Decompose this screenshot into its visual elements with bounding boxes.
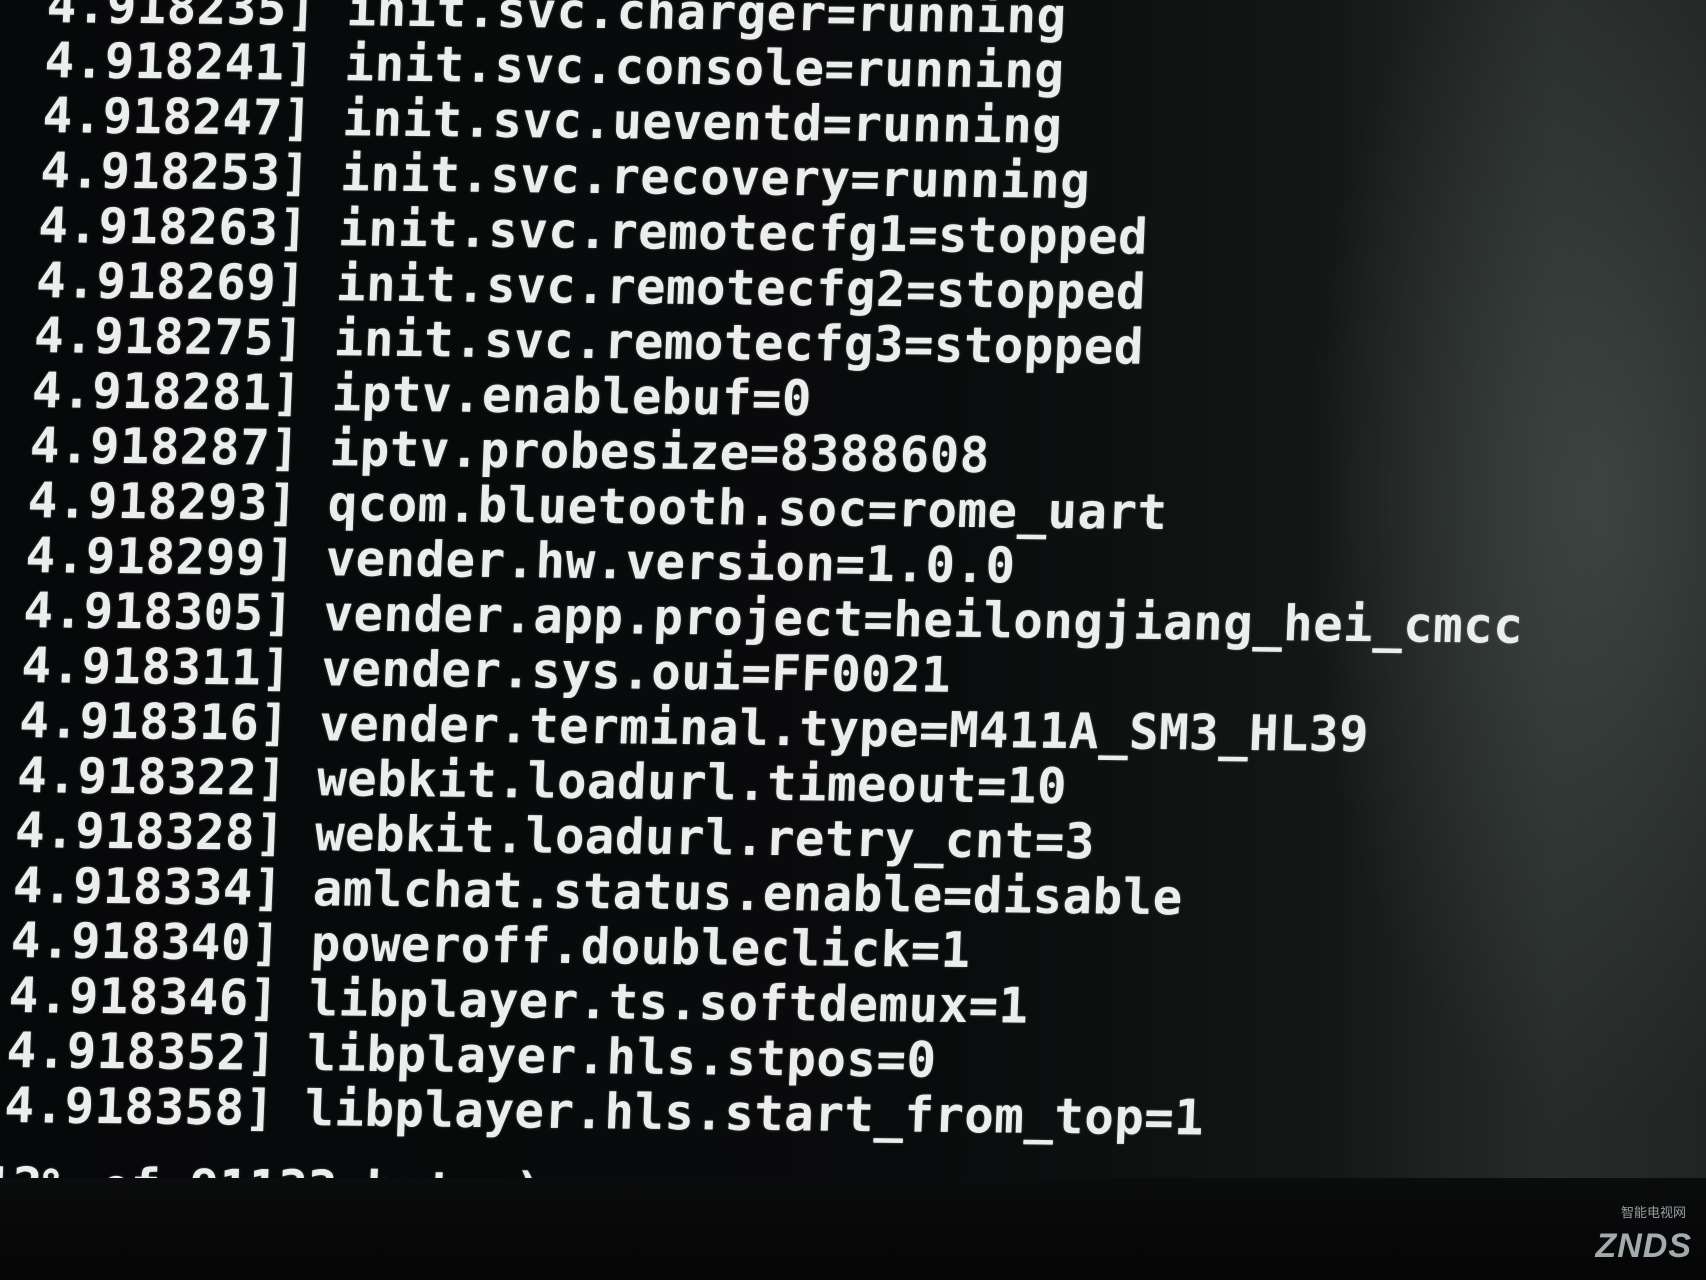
log-timestamp: 4.918340]: [9, 912, 283, 972]
log-timestamp: 4.918299]: [24, 527, 297, 587]
log-message: vender.hw.version=1.0.0: [324, 530, 1017, 595]
log-timestamp: 4.918293]: [26, 472, 299, 532]
screen-bottom-bezel: [0, 1178, 1706, 1280]
terminal-output: 4.918235] init.svc.charger=running 4.9182…: [0, 0, 1657, 1220]
log-message: init.svc.console=running: [343, 35, 1066, 100]
log-timestamp: 4.918346]: [7, 967, 280, 1027]
log-timestamp: 4.918247]: [41, 87, 314, 147]
watermark-subtitle: 智能电视网: [1620, 1205, 1686, 1220]
terminal-screen: 4.918235] init.svc.charger=running 4.9182…: [0, 0, 1706, 1280]
log-message: iptv.probesize=8388608: [328, 420, 991, 485]
log-message: webkit.loadurl.timeout=10: [316, 750, 1069, 816]
log-message: libplayer.hls.start_from_top=1: [303, 1080, 1206, 1147]
log-timestamp: 4.918269]: [35, 252, 308, 312]
log-message: vender.sys.oui=FF0021: [320, 640, 953, 704]
log-timestamp: 4.918263]: [37, 197, 310, 257]
log-timestamp: 4.918253]: [39, 142, 312, 202]
log-timestamp: 4.918275]: [33, 307, 306, 367]
watermark-logo-text: ZNDS: [1595, 1227, 1692, 1265]
log-message: init.svc.ueventd=running: [341, 90, 1064, 155]
log-message: poweroff.doubleclick=1: [309, 915, 972, 980]
log-timestamp: 4.918305]: [22, 582, 295, 642]
log-timestamp: 4.918334]: [12, 857, 285, 917]
log-timestamp: 4.918311]: [20, 637, 293, 697]
log-timestamp: 4.918358]: [3, 1077, 276, 1137]
log-timestamp: 4.918322]: [16, 747, 289, 807]
log-timestamp: 4.918352]: [5, 1022, 278, 1082]
log-message: libplayer.hls.stpos=0: [305, 1025, 938, 1089]
log-timestamp: 4.918328]: [14, 802, 287, 862]
znds-watermark: 智能电视网 ZNDS: [1482, 1202, 1692, 1266]
log-timestamp: 4.918235]: [45, 0, 318, 37]
log-message: init.svc.recovery=running: [339, 145, 1092, 211]
log-message: libplayer.ts.softdemux=1: [307, 970, 1030, 1035]
log-timestamp: 4.918287]: [28, 417, 302, 477]
log-timestamp: 4.918316]: [18, 692, 291, 752]
log-message: iptv.enablebuf=0: [330, 365, 813, 428]
log-timestamp: 4.918241]: [43, 32, 316, 92]
log-timestamp: 4.918281]: [31, 362, 304, 422]
